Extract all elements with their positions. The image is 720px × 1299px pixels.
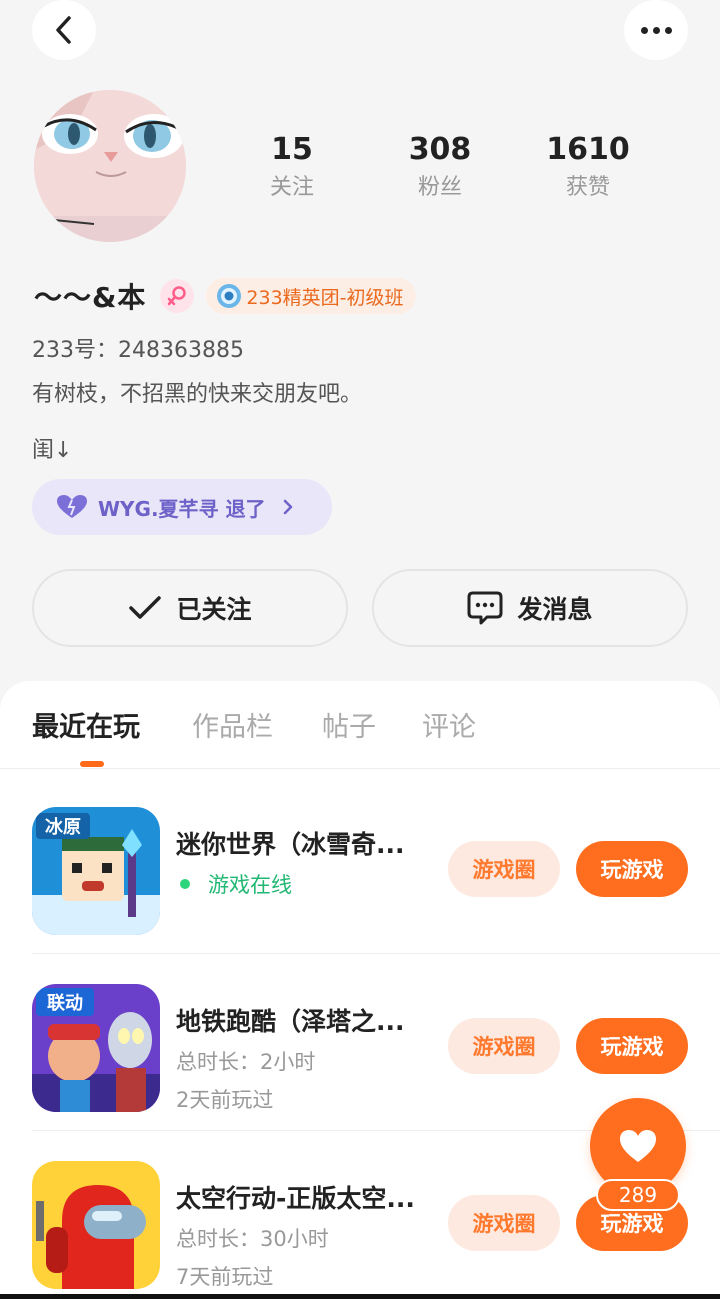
game-icon-subway-surfers[interactable]: 联动 — [32, 984, 160, 1112]
back-button[interactable] — [32, 0, 96, 60]
nickname: ～～&本 — [34, 281, 147, 314]
tab-indicator — [80, 761, 104, 767]
rank-badge[interactable]: 233精英团-初级班 — [206, 278, 416, 314]
female-icon — [160, 279, 195, 313]
followed-button-label: 已关注 — [176, 595, 252, 624]
bottom-edge — [0, 1294, 720, 1299]
avatar[interactable] — [34, 90, 186, 242]
following-count: 15 — [271, 132, 313, 167]
tab-bar: 最近在玩 作品栏 帖子 评论 — [0, 681, 720, 769]
game-icon-mini-world[interactable]: 冰原 — [32, 807, 160, 935]
name-row: ～～&本 233精英团-初级班 — [34, 276, 416, 316]
followed-button[interactable]: 已关注 — [32, 569, 348, 647]
fans-count: 308 — [408, 132, 472, 167]
send-message-label: 发消息 — [517, 595, 593, 624]
following-label: 关注 — [269, 175, 314, 200]
game-circle-button[interactable]: 游戏圈 — [448, 1018, 560, 1074]
send-message-button[interactable]: 发消息 — [372, 569, 688, 647]
online-status-label: 游戏在线 — [208, 873, 292, 897]
chevron-left-icon — [56, 16, 71, 44]
top-bar — [0, 0, 720, 62]
tab-comments[interactable]: 评论 — [422, 705, 476, 744]
game-row[interactable]: 冰原 迷你世界（冰雪奇... 游戏在线 游戏圈 玩游戏 — [32, 777, 720, 954]
bio-line-1: 有树枝，不招黑的快来交朋友吧。 — [32, 382, 363, 407]
cp-relation-label: WYG.夏芊寻 退了 — [98, 496, 266, 521]
likes-label: 获赞 — [565, 175, 610, 200]
user-id: 233号：248363885 — [32, 338, 244, 363]
more-button[interactable] — [624, 0, 688, 60]
play-game-button[interactable]: 玩游戏 — [576, 841, 688, 897]
tab-posts[interactable]: 帖子 — [322, 705, 376, 744]
check-icon — [129, 596, 162, 619]
purple-heart-icon — [57, 495, 87, 518]
stat-following[interactable]: 15 关注 — [232, 130, 352, 206]
game-title: 迷你世界（冰雪奇... — [176, 830, 405, 859]
game-title: 太空行动-正版太空... — [176, 1184, 415, 1213]
game-icon-badge-text: 冰原 — [45, 816, 81, 838]
cp-relation-pill[interactable]: WYG.夏芊寻 退了 — [32, 479, 332, 535]
game-duration: 总时长：30小时 — [176, 1227, 329, 1251]
likes-count: 1610 — [546, 132, 630, 167]
play-game-button[interactable]: 玩游戏 — [576, 1018, 688, 1074]
tab-works[interactable]: 作品栏 — [192, 705, 273, 744]
bio-line-2: 闺↓ — [32, 438, 73, 463]
tab-recent-play[interactable]: 最近在玩 — [32, 705, 140, 744]
game-circle-button[interactable]: 游戏圈 — [448, 1195, 560, 1251]
heart-icon — [620, 1130, 656, 1162]
fans-label: 粉丝 — [417, 175, 462, 200]
game-circle-button[interactable]: 游戏圈 — [448, 841, 560, 897]
game-last-played: 2天前玩过 — [176, 1088, 274, 1112]
stat-likes[interactable]: 1610 获赞 — [528, 130, 648, 206]
game-icon-space-action[interactable] — [32, 1161, 160, 1289]
more-dots-icon — [640, 26, 672, 34]
game-last-played: 7天前玩过 — [176, 1265, 274, 1289]
online-dot-icon — [180, 879, 190, 889]
game-title: 地铁跑酷（泽塔之... — [176, 1007, 405, 1036]
avatar-image — [34, 90, 186, 242]
like-count-badge: 289 — [596, 1179, 680, 1211]
chevron-right-icon — [283, 499, 292, 515]
game-icon-badge-text: 联动 — [47, 993, 83, 1014]
stat-fans[interactable]: 308 粉丝 — [380, 130, 500, 206]
rank-medal-icon — [217, 284, 242, 308]
chat-bubble-icon — [467, 591, 503, 625]
rank-badge-label: 233精英团-初级班 — [246, 286, 404, 309]
game-duration: 总时长：2小时 — [176, 1050, 316, 1074]
online-status: 游戏在线 — [176, 869, 292, 899]
